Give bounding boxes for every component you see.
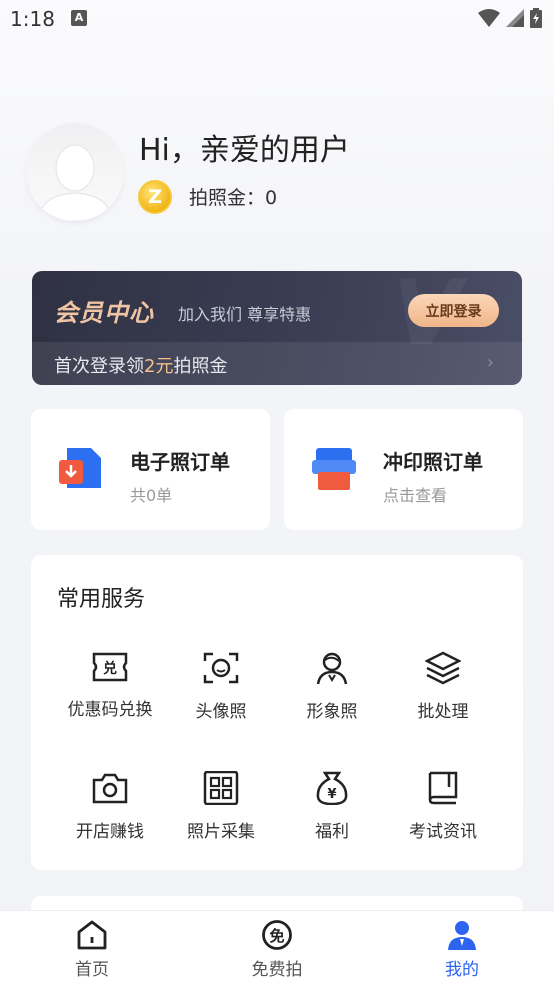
nav-home[interactable]: 首页 bbox=[37, 919, 147, 980]
service-avatar-photo[interactable]: 头像照 bbox=[166, 651, 276, 722]
person-icon bbox=[316, 652, 348, 685]
service-label: 头像照 bbox=[195, 702, 247, 722]
print-order-icon bbox=[312, 448, 356, 490]
nav-label: 我的 bbox=[445, 960, 479, 980]
service-label: 照片采集 bbox=[187, 822, 255, 842]
grid-icon bbox=[203, 771, 239, 805]
coupon-icon: 兑 bbox=[92, 652, 128, 682]
vip-title: 会员中心 bbox=[54, 299, 154, 327]
wifi-icon bbox=[478, 9, 500, 27]
vip-promo-text: 首次登录领2元拍照金 bbox=[54, 352, 227, 378]
svg-text:¥: ¥ bbox=[327, 787, 336, 802]
order-title: 电子照订单 bbox=[130, 450, 230, 474]
bottom-nav: 首页 免 免费拍 我的 bbox=[0, 910, 554, 984]
service-open-store[interactable]: 开店赚钱 bbox=[55, 771, 165, 842]
free-icon: 免 bbox=[262, 920, 292, 950]
coin-balance: 拍照金：0 bbox=[189, 187, 278, 209]
home-icon bbox=[77, 920, 107, 950]
nav-mine[interactable]: 我的 bbox=[407, 919, 517, 980]
service-label: 批处理 bbox=[417, 702, 469, 722]
greeting-text: Hi，亲爱的用户 bbox=[139, 133, 350, 168]
user-icon bbox=[448, 921, 476, 950]
service-photo-collect[interactable]: 照片采集 bbox=[166, 771, 276, 842]
nav-label: 免费拍 bbox=[251, 960, 303, 980]
layers-icon bbox=[425, 651, 461, 685]
vip-subtitle: 加入我们 尊享特惠 bbox=[178, 305, 312, 324]
promo-highlight: 2元 bbox=[144, 356, 174, 377]
notification-icon: A bbox=[71, 10, 87, 26]
services-title: 常用服务 bbox=[57, 587, 146, 612]
coin-icon: Z bbox=[138, 180, 172, 214]
service-batch[interactable]: 批处理 bbox=[388, 651, 498, 722]
camera-icon bbox=[92, 773, 128, 804]
service-exam-news[interactable]: 考试资讯 bbox=[388, 771, 498, 842]
battery-icon bbox=[530, 8, 542, 28]
svg-text:免: 免 bbox=[269, 927, 284, 945]
e-photo-order-icon bbox=[59, 448, 101, 488]
status-icons bbox=[478, 8, 542, 28]
default-avatar-icon bbox=[37, 144, 113, 221]
service-coupon[interactable]: 兑 优惠码兑换 bbox=[55, 651, 165, 720]
service-label: 考试资讯 bbox=[409, 822, 477, 842]
order-subtitle: 点击查看 bbox=[383, 486, 448, 505]
services-panel: 常用服务 兑 优惠码兑换 头像照 形象照 批处理 开店赚钱 照片采集 ¥ 福利 … bbox=[31, 555, 523, 870]
service-label: 形象照 bbox=[306, 702, 358, 722]
money-bag-icon: ¥ bbox=[316, 771, 348, 805]
book-icon bbox=[428, 771, 458, 805]
login-button[interactable]: 立即登录 bbox=[408, 294, 499, 327]
promo-prefix: 首次登录领 bbox=[54, 356, 144, 377]
e-photo-order-card[interactable]: 电子照订单 共0单 bbox=[31, 409, 270, 530]
nav-free-shoot[interactable]: 免 免费拍 bbox=[222, 919, 332, 980]
vip-promo-bar[interactable]: 首次登录领2元拍照金 › bbox=[32, 342, 522, 385]
vip-card[interactable]: V 会员中心 加入我们 尊享特惠 立即登录 首次登录领2元拍照金 › bbox=[32, 271, 522, 385]
chevron-right-icon: › bbox=[486, 352, 494, 373]
svg-text:兑: 兑 bbox=[103, 660, 117, 677]
print-order-card[interactable]: 冲印照订单 点击查看 bbox=[284, 409, 523, 530]
status-time: 1:18 bbox=[10, 7, 55, 31]
service-welfare[interactable]: ¥ 福利 bbox=[277, 771, 387, 842]
service-label: 福利 bbox=[315, 822, 349, 842]
service-label: 优惠码兑换 bbox=[67, 700, 153, 720]
status-bar: 1:18 A bbox=[0, 0, 554, 38]
service-portrait[interactable]: 形象照 bbox=[277, 651, 387, 722]
avatar[interactable] bbox=[26, 123, 124, 221]
signal-icon bbox=[506, 9, 524, 27]
nav-label: 首页 bbox=[75, 960, 109, 980]
order-title: 冲印照订单 bbox=[383, 450, 483, 474]
promo-suffix: 拍照金 bbox=[173, 356, 228, 377]
face-scan-icon bbox=[203, 652, 239, 684]
service-label: 开店赚钱 bbox=[76, 822, 144, 842]
order-subtitle: 共0单 bbox=[130, 486, 173, 505]
